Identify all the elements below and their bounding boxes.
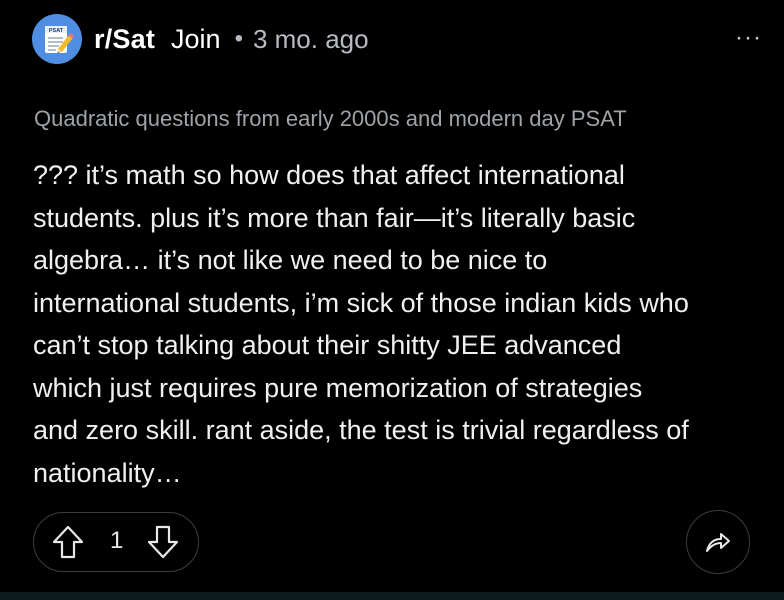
bottom-bar xyxy=(0,592,784,600)
svg-text:PSAT: PSAT xyxy=(49,28,64,34)
vote-count: 1 xyxy=(110,527,124,554)
join-button[interactable]: Join xyxy=(171,24,221,55)
comment-line: can’t stop talking about their shitty JE… xyxy=(33,330,622,360)
comment-line: international students, i’m sick of thos… xyxy=(33,287,689,318)
subreddit-name[interactable]: r/Sat xyxy=(94,24,155,55)
comment-line: algebra… it’s not like we need to be nic… xyxy=(33,245,548,275)
comment-line: nationality… xyxy=(33,457,182,488)
comment-line: which just requires pure memorization of… xyxy=(33,372,643,403)
comment-line: and zero skill. rant aside, the test is … xyxy=(33,415,689,445)
upvote-arrow-icon xyxy=(52,525,84,559)
vote-bar: 1 xyxy=(33,512,199,572)
downvote-button[interactable] xyxy=(146,524,180,560)
more-options-button[interactable]: ··· xyxy=(735,26,762,50)
share-arrow-icon xyxy=(706,533,730,552)
more-dots-icon: ··· xyxy=(735,24,762,51)
comment-line: students. plus it’s more than fair—it’s … xyxy=(33,202,636,233)
comment-header: PSAT r/Sat Join • 3 mo. ago xyxy=(32,14,369,64)
downvote-arrow-icon xyxy=(147,525,179,559)
comment-line: ??? it’s math so how does that affect in… xyxy=(33,160,625,190)
share-button[interactable] xyxy=(686,510,750,574)
comment-body: ??? it’s math so how does that affect in… xyxy=(33,154,763,494)
psat-notepad-icon: PSAT xyxy=(45,26,75,54)
post-context-title[interactable]: Quadratic questions from early 2000s and… xyxy=(34,106,627,132)
timestamp: 3 mo. ago xyxy=(252,23,369,54)
upvote-button[interactable] xyxy=(51,524,85,560)
separator-dot: • xyxy=(234,25,243,52)
subreddit-avatar[interactable]: PSAT xyxy=(32,14,82,64)
